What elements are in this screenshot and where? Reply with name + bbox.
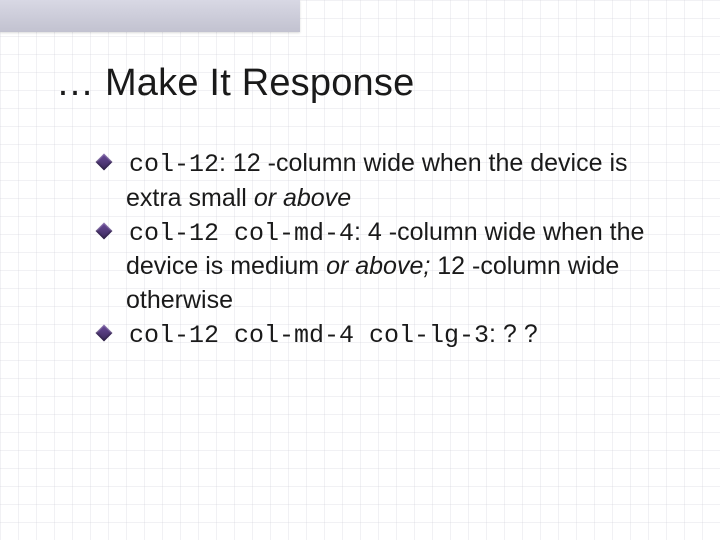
code-snippet: col-12 — [129, 150, 219, 179]
code-snippet: col-12 col-md-4 — [129, 219, 354, 248]
code-snippet: col-12 col-md-4 col-lg-3 — [129, 321, 489, 350]
bullet-italic: or above; — [326, 252, 430, 280]
bullet-item: col-12 col-md-4 col-lg-3: ? ? — [98, 318, 664, 353]
bullet-text: : ? ? — [489, 320, 538, 348]
bullet-italic: or above — [254, 184, 351, 212]
slide-content: … Make It Response col-12: 12 -column wi… — [0, 0, 720, 353]
slide-title: … Make It Response — [56, 62, 664, 105]
bullet-item: col-12 col-md-4: 4 -column wide when the… — [98, 216, 664, 318]
bullet-item: col-12: 12 -column wide when the device … — [98, 147, 664, 216]
bullet-list: col-12: 12 -column wide when the device … — [56, 147, 664, 353]
